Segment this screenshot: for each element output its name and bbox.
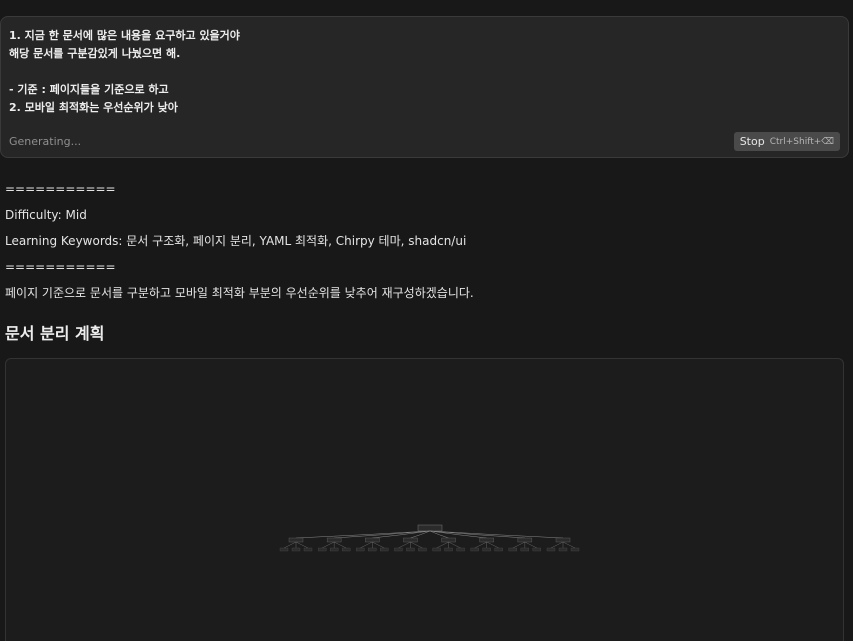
stop-button[interactable]: Stop Ctrl+Shift+⌫ <box>733 132 840 151</box>
diagram-leaf-node <box>406 547 415 552</box>
diagram-edge <box>486 541 499 549</box>
diagram-edge <box>410 541 423 549</box>
diagram-root-node <box>417 524 443 532</box>
section-heading: 문서 분리 계획 <box>5 324 105 343</box>
diagram-leaf-node <box>444 547 453 552</box>
diagram-leaf-node <box>432 547 441 552</box>
diagram-edge <box>512 541 525 549</box>
keywords-line: Learning Keywords: 문서 구조화, 페이지 분리, YAML … <box>5 234 467 248</box>
diagram-leaf-node <box>329 547 339 552</box>
diagram-leaf-node <box>482 547 491 552</box>
diagram-leaf-node <box>494 547 503 552</box>
diagram-leaf-node <box>291 547 301 552</box>
diagram-leaf-node <box>356 547 365 552</box>
separator-bottom: =========== <box>5 260 116 274</box>
user-prompt-box: 1. 지금 한 문서에 많은 내용을 요구하고 있을거야 해당 문서를 구분감있… <box>0 16 849 158</box>
diagram-branch-node <box>479 537 494 543</box>
prompt-line-2: 해당 문서를 구분감있게 나눴으면 해. <box>9 47 181 60</box>
diagram-leaf-node <box>520 547 530 552</box>
diagram-leaf-node <box>317 547 327 552</box>
diagram-edge <box>562 541 576 549</box>
diagram-edge <box>295 530 431 539</box>
diagram-leaf-node <box>341 547 351 552</box>
separator-top: =========== <box>5 182 116 196</box>
diagram-leaf-node <box>368 547 377 552</box>
summary-line: 페이지 기준으로 문서를 구분하고 모바일 최적화 부분의 우선순위를 낮추어 … <box>5 286 474 300</box>
diagram-leaf-node <box>303 547 313 552</box>
diagram-leaf-node <box>546 547 556 552</box>
assistant-response: =========== Difficulty: Mid Learning Key… <box>5 178 845 308</box>
diagram-edge <box>334 541 347 549</box>
stop-shortcut-hint: Ctrl+Shift+⌫ <box>769 136 834 147</box>
diagram-branch-node <box>403 537 418 543</box>
generating-status: Generating... <box>9 135 82 148</box>
diagram-leaf-node <box>558 547 568 552</box>
diagram-edge <box>295 541 309 549</box>
diagram-leaf-node <box>508 547 518 552</box>
diagram-edge <box>448 541 461 549</box>
user-prompt-text: 1. 지금 한 문서에 많은 내용을 요구하고 있을거야 해당 문서를 구분감있… <box>9 27 240 117</box>
diagram-tree <box>279 524 580 552</box>
stop-button-label: Stop <box>739 135 765 148</box>
diagram-leaf-node <box>418 547 427 552</box>
diagram-leaf-node <box>470 547 479 552</box>
chat-view: 1. 지금 한 문서에 많은 내용을 요구하고 있을거야 해당 문서를 구분감있… <box>0 0 853 641</box>
diagram-edge <box>429 530 564 539</box>
diagram-leaf-node <box>532 547 542 552</box>
diagram-branch-node <box>326 537 342 543</box>
diagram-leaf-node <box>570 547 580 552</box>
diagram-edge <box>550 541 564 549</box>
diagram-edge <box>372 541 385 549</box>
diagram-edge <box>322 541 335 549</box>
diagram-branch-node <box>365 537 380 543</box>
diagram-branch-node <box>555 537 571 543</box>
diagram-branch-node <box>288 537 304 543</box>
difficulty-line: Difficulty: Mid <box>5 208 87 222</box>
diagram-edge <box>436 541 449 549</box>
diagram-branch-node <box>517 537 533 543</box>
diagram-leaf-node <box>394 547 403 552</box>
diagram-edge <box>360 541 373 549</box>
diagram-branch-node <box>441 537 456 543</box>
diagram-edge <box>474 541 487 549</box>
prompt-line-5: 2. 모바일 최적화는 우선순위가 낮아 <box>9 101 178 114</box>
prompt-line-4: - 기준 : 페이지들을 기준으로 하고 <box>9 83 169 96</box>
diagram-edge <box>398 541 411 549</box>
mermaid-diagram[interactable] <box>5 358 844 641</box>
prompt-line-1: 1. 지금 한 문서에 많은 내용을 요구하고 있을거야 <box>9 29 240 42</box>
diagram-leaf-node <box>456 547 465 552</box>
diagram-leaf-node <box>380 547 389 552</box>
diagram-leaf-node <box>279 547 289 552</box>
diagram-edge <box>524 541 537 549</box>
diagram-edge <box>283 541 297 549</box>
